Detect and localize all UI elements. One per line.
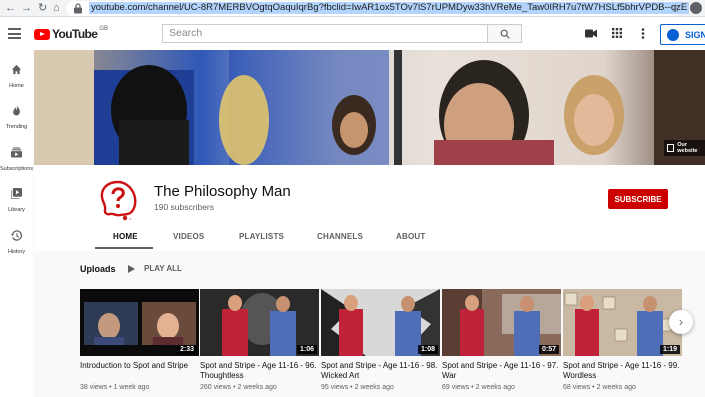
home-browser-icon[interactable]: ⌂ <box>53 2 60 15</box>
create-video-icon[interactable] <box>585 29 597 38</box>
home-icon <box>11 64 22 75</box>
upload-age: 1 week ago <box>113 384 150 391</box>
guide-sidebar: Home Trending Subscriptions Library Hist… <box>0 50 33 397</box>
reload-icon[interactable]: ↻ <box>38 2 47 15</box>
search-button[interactable] <box>487 24 522 43</box>
channel-name: The Philosophy Man <box>154 183 291 200</box>
video-metadata: 38 views • 1 week ago <box>80 384 150 391</box>
lock-icon <box>74 3 82 14</box>
youtube-play-icon <box>34 28 50 40</box>
upload-age: 2 weeks ago <box>475 384 515 391</box>
search-icon <box>500 29 510 39</box>
upload-age: 2 weeks ago <box>237 384 277 391</box>
bookmark-star-icon[interactable]: ☆ <box>670 1 681 15</box>
view-count: 69 views <box>442 384 470 391</box>
video-item[interactable]: 1:06 Spot and Stripe - Age 11-16 - 96. T… <box>200 289 319 391</box>
view-count: 68 views <box>563 384 591 391</box>
guide-item-history[interactable]: History <box>0 228 33 255</box>
view-count: 38 views <box>80 384 108 391</box>
active-tab-indicator <box>95 247 153 249</box>
video-thumbnail[interactable]: 0:57 <box>442 289 561 356</box>
subscribe-button[interactable]: SUBSCRIBE <box>608 189 668 209</box>
apps-grid-icon[interactable] <box>612 28 622 38</box>
banner-link-label: Our website <box>677 142 698 154</box>
video-duration: 1:06 <box>296 345 317 354</box>
video-title[interactable]: Introduction to Spot and Stripe <box>80 361 199 381</box>
guide-item-subscriptions[interactable]: Subscriptions <box>0 145 33 172</box>
shelf-title[interactable]: Uploads <box>80 264 116 274</box>
forward-icon[interactable]: → <box>21 2 32 15</box>
guide-label: Library <box>8 207 25 213</box>
video-title[interactable]: Spot and Stripe - Age 11-16 - 97. War <box>442 361 561 381</box>
play-icon <box>128 264 135 273</box>
channel-avatar[interactable] <box>95 177 141 223</box>
masthead: YouTube GB Search SIGN <box>0 17 705 50</box>
library-icon <box>10 188 22 200</box>
video-duration: 2:33 <box>176 345 197 354</box>
video-thumbnail[interactable]: 1:08 <box>321 289 440 356</box>
video-metadata: 95 views • 2 weeks ago <box>321 384 394 391</box>
browser-toolbar: ← → ↻ ⌂ youtube.com/channel/UC-8R7MERBVO… <box>0 0 705 17</box>
guide-label: History <box>7 249 26 255</box>
banner-photo <box>34 50 705 165</box>
tab-channels[interactable]: CHANNELS <box>317 232 363 241</box>
tab-videos[interactable]: VIDEOS <box>173 232 204 241</box>
guide-label: Trending <box>5 124 28 130</box>
guide-item-home[interactable]: Home <box>0 62 33 89</box>
tab-home[interactable]: HOME <box>113 232 138 241</box>
video-title[interactable]: Spot and Stripe - Age 11-16 - 98. Wicked… <box>321 361 440 381</box>
back-icon[interactable]: ← <box>5 2 16 15</box>
subscriptions-icon <box>11 147 22 158</box>
video-metadata: 69 views • 2 weeks ago <box>442 384 515 391</box>
video-title[interactable]: Spot and Stripe - Age 11-16 - 99. Wordle… <box>563 361 682 381</box>
video-duration: 1:08 <box>417 345 438 354</box>
more-vert-icon[interactable] <box>641 28 645 39</box>
video-thumbnail[interactable]: 1:19 <box>563 289 682 356</box>
menu-icon[interactable] <box>8 28 21 39</box>
logo-text: YouTube <box>52 27 98 41</box>
guide-item-trending[interactable]: Trending <box>0 103 33 130</box>
banner-website-link[interactable]: Our website <box>664 140 705 156</box>
upload-age: 2 weeks ago <box>596 384 636 391</box>
video-thumbnail[interactable]: 1:06 <box>200 289 319 356</box>
video-item[interactable]: 1:19 Spot and Stripe - Age 11-16 - 99. W… <box>563 289 682 391</box>
browser-account-icon[interactable] <box>690 2 702 14</box>
play-all-button[interactable]: PLAY ALL <box>128 264 182 273</box>
play-all-label: PLAY ALL <box>144 264 182 273</box>
history-icon <box>11 230 23 241</box>
guide-label: Subscriptions <box>0 166 34 172</box>
youtube-logo[interactable]: YouTube GB <box>34 26 109 41</box>
video-thumbnail[interactable]: 2:33 <box>80 289 199 356</box>
guide-item-library[interactable]: Library <box>0 186 33 213</box>
sign-in-label: SIGN <box>685 29 705 40</box>
region-code: GB <box>99 26 109 32</box>
video-metadata: 68 views • 2 weeks ago <box>563 384 636 391</box>
search-input[interactable]: Search <box>162 24 488 43</box>
subscriber-count: 190 subscribers <box>154 202 215 212</box>
video-duration: 1:19 <box>659 345 680 354</box>
video-duration: 0:57 <box>538 345 559 354</box>
view-count: 260 views <box>200 384 232 391</box>
account-circle-icon <box>667 28 679 41</box>
upload-age: 2 weeks ago <box>354 384 394 391</box>
video-item[interactable]: 2:33 Introduction to Spot and Stripe 38 … <box>80 289 199 391</box>
channel-banner <box>34 50 705 165</box>
website-icon <box>667 144 675 152</box>
guide-label: Home <box>9 83 24 89</box>
url-text[interactable]: youtube.com/channel/UC-8R7MERBVOgtqOaquI… <box>89 2 690 14</box>
video-metadata: 260 views • 2 weeks ago <box>200 384 277 391</box>
chevron-right-icon: › <box>679 315 683 329</box>
sign-in-button[interactable]: SIGN <box>660 24 705 45</box>
video-title[interactable]: Spot and Stripe - Age 11-16 - 96. Though… <box>200 361 319 381</box>
shelf-next-arrow-button[interactable]: › <box>669 310 693 334</box>
video-item[interactable]: 0:57 Spot and Stripe - Age 11-16 - 97. W… <box>442 289 561 391</box>
video-item[interactable]: 1:08 Spot and Stripe - Age 11-16 - 98. W… <box>321 289 440 391</box>
tab-about[interactable]: ABOUT <box>396 232 425 241</box>
trending-icon <box>13 105 20 116</box>
view-count: 95 views <box>321 384 349 391</box>
tab-playlists[interactable]: PLAYLISTS <box>239 232 284 241</box>
